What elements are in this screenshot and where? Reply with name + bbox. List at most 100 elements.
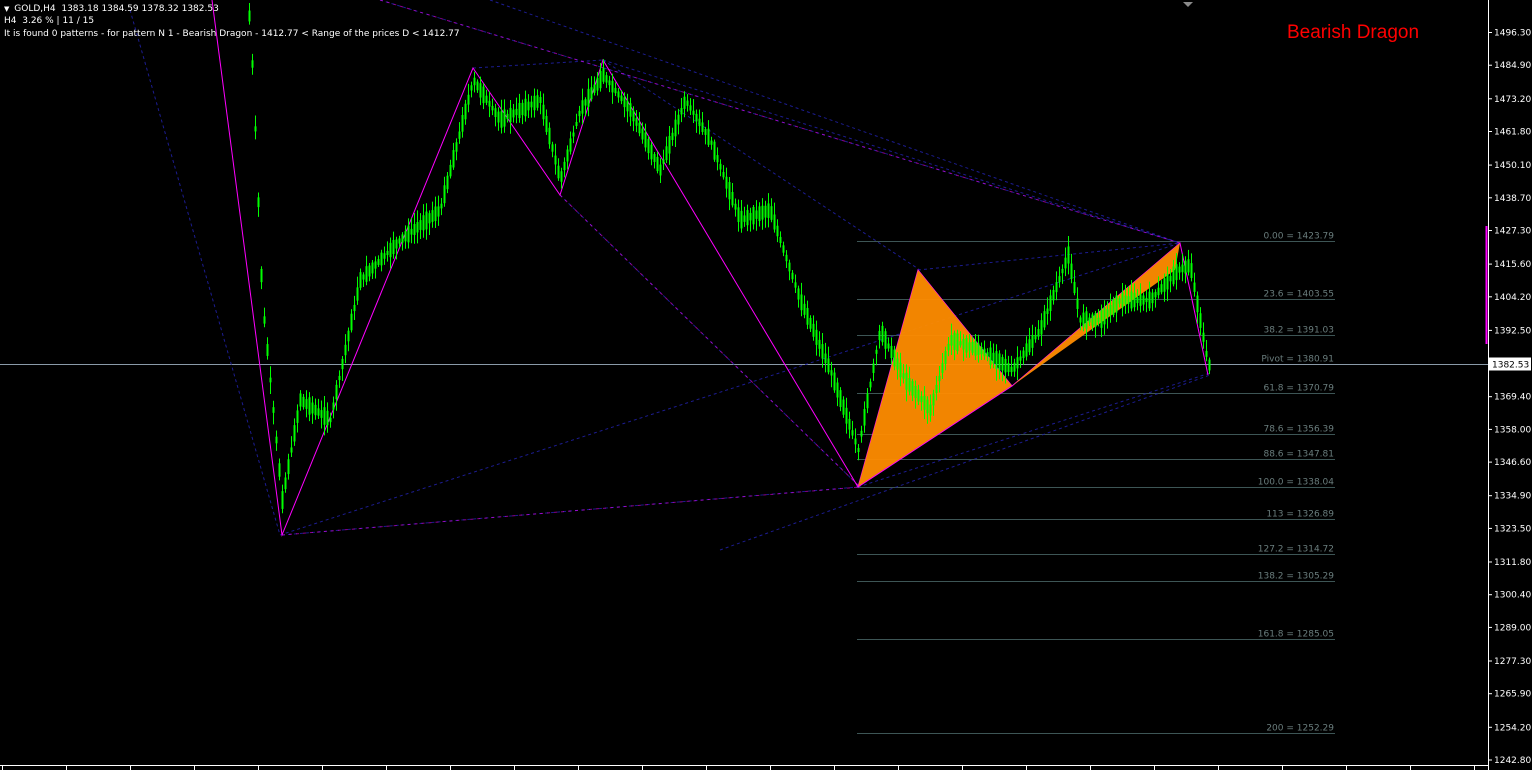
candle [479,76,482,106]
candle [1085,306,1088,340]
candle [1070,253,1073,284]
candle [866,388,869,414]
candle [782,241,785,257]
candle [860,425,863,443]
candle-body [320,410,323,418]
candle [1094,310,1097,338]
candle [371,259,374,279]
candle [848,411,851,439]
candle-body [1001,357,1004,371]
candle-body [1196,295,1199,313]
candle-body [1181,264,1184,273]
candle-body [515,108,518,116]
candle [644,123,647,152]
candle-body [302,396,305,408]
candle [560,167,563,189]
candle [1049,289,1052,321]
candle-body [359,272,362,288]
candle-body [476,81,479,91]
candle-body [1097,317,1100,323]
candle [518,93,521,123]
candle [1154,289,1157,308]
candle [1160,280,1163,295]
candle [374,256,377,279]
zigzag-line [211,0,1209,537]
candle-body [383,253,386,259]
candle-body [284,477,287,490]
candle-body [590,87,593,100]
candle-body [374,261,377,269]
candle [575,113,578,130]
symbol-label: GOLD,H4 [14,4,56,14]
candle-body [977,343,980,356]
candle-body [386,250,389,256]
candle [530,95,533,118]
candle [797,285,800,308]
candle [509,100,512,134]
candle-body [1055,282,1058,293]
chart-window[interactable]: 0.00 = 1423.79 23.6 = 1403.55 38.2 = 1391.… [0,0,1532,770]
chart-plot[interactable]: 0.00 = 1423.79 23.6 = 1403.55 38.2 = 1391.… [0,0,1532,770]
candle [698,109,701,135]
candle-body [554,155,557,165]
candle [587,78,590,117]
candle-body [1166,274,1169,290]
candle [254,115,257,140]
candle [557,158,560,181]
candle [1109,293,1112,323]
candle [308,392,311,422]
candle-body [1112,299,1115,315]
candle-body [626,100,629,112]
candle-body [563,161,566,171]
candle-body [608,80,611,86]
candle-body [944,351,947,364]
candle [524,90,527,122]
candle [305,390,308,418]
candle-body [251,60,254,68]
candle-body [791,272,794,280]
candle-body [752,207,755,225]
candle [467,83,470,113]
candle-body [1178,266,1181,273]
candle [770,198,773,223]
candle [434,196,437,229]
candle-body [569,138,572,152]
candle-body [680,108,683,115]
dropdown-arrow-icon[interactable]: ▼ [4,5,9,13]
candle-body [305,399,308,409]
candle-body [1121,292,1124,308]
candle-body [800,294,803,311]
candle [1073,270,1076,296]
change-percent: 3.26 % [22,16,54,26]
candle [1112,296,1115,318]
candle [470,81,473,98]
price-label: 1427.30 [1494,227,1531,237]
price-label: 1496.30 [1494,29,1531,39]
candle-body [1094,313,1097,327]
candle-body [632,110,635,122]
timeframe-label: H4 [4,16,17,26]
candle-body [698,118,701,127]
candle-body [896,358,899,370]
candle [755,200,758,231]
candle [851,420,854,440]
candle-body [470,85,473,91]
candle-body [1190,263,1193,278]
candle [809,315,812,332]
candle [662,149,665,171]
candle [872,358,875,381]
candle-body [401,234,404,243]
candle [647,135,650,160]
candle-body [1157,287,1160,296]
candle-body [1142,295,1145,305]
candle-body [503,109,506,127]
candle [1151,289,1154,312]
candle-body [623,97,626,108]
candle [803,295,806,319]
candle-body [878,330,881,340]
candle-body [932,393,935,406]
candle [1187,249,1190,276]
candle [734,198,737,217]
current-price-label: 1382.53 [1492,361,1529,371]
candle-body [260,268,263,283]
